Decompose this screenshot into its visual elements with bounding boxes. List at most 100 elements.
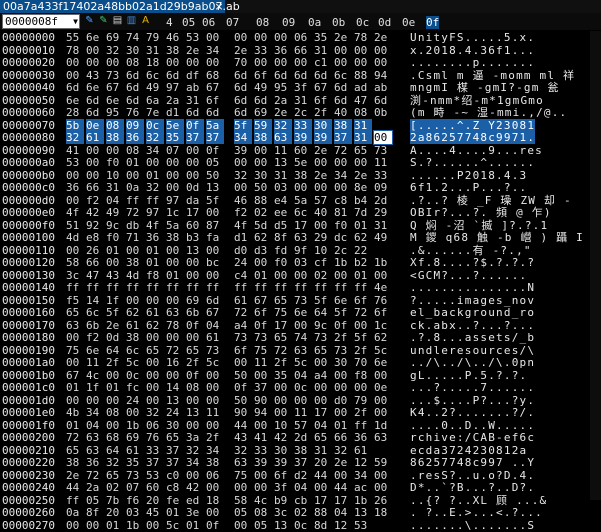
hex-byte[interactable]: 47 bbox=[354, 94, 372, 107]
hex-byte[interactable]: 65 bbox=[314, 344, 332, 357]
hex-byte[interactable]: 13 bbox=[274, 156, 292, 169]
hex-byte[interactable]: 00 bbox=[374, 406, 392, 419]
hex-byte[interactable]: 00 bbox=[206, 506, 224, 519]
hex-byte[interactable]: 08 bbox=[354, 106, 372, 119]
hex-byte[interactable]: c8 bbox=[334, 194, 352, 207]
hex-byte[interactable]: 00 bbox=[86, 144, 104, 157]
hex-byte[interactable]: 0e bbox=[374, 381, 392, 394]
hex-byte[interactable]: 00 bbox=[274, 381, 292, 394]
hex-byte[interactable]: 6d bbox=[374, 94, 392, 107]
hex-byte[interactable]: 61 bbox=[86, 131, 104, 144]
hex-byte[interactable]: 42 bbox=[86, 206, 104, 219]
hex-byte[interactable]: 00 bbox=[166, 56, 184, 69]
hex-byte[interactable]: ac bbox=[354, 481, 372, 494]
hex-byte[interactable]: 11 bbox=[374, 156, 392, 169]
hex-byte[interactable]: 46 bbox=[166, 31, 184, 44]
hex-byte[interactable]: 00 bbox=[186, 419, 204, 432]
hex-byte[interactable]: 6d bbox=[234, 81, 252, 94]
hex-byte[interactable]: 00 bbox=[66, 56, 84, 69]
hex-byte[interactable]: 34 bbox=[186, 456, 204, 469]
hex-byte[interactable]: 7d bbox=[354, 206, 372, 219]
font-icon[interactable]: A bbox=[140, 15, 151, 27]
hex-byte[interactable]: 00 bbox=[254, 481, 272, 494]
hex-byte[interactable]: 36 bbox=[126, 131, 144, 144]
hex-byte[interactable]: 00 bbox=[186, 156, 204, 169]
hex-byte[interactable]: 00 bbox=[234, 481, 252, 494]
ascii-text[interactable]: [.....^.Z_Y23081 bbox=[410, 118, 536, 132]
hex-byte[interactable]: 05 bbox=[254, 519, 272, 532]
hex-byte[interactable]: bc bbox=[206, 256, 224, 269]
hex-byte[interactable]: 24 bbox=[126, 394, 144, 407]
hex-byte[interactable]: 0b bbox=[374, 106, 392, 119]
hex-byte[interactable]: 44 bbox=[314, 469, 332, 482]
hex-byte[interactable]: f2 bbox=[234, 206, 252, 219]
hex-byte[interactable]: 08 bbox=[126, 56, 144, 69]
hex-byte[interactable]: 58 bbox=[66, 256, 84, 269]
hex-byte[interactable]: ff bbox=[106, 281, 124, 294]
hex-row[interactable]: 00000070 5b 0e 08 09 0c 5e 0f 5a 5f 59 32 33 30 38 31 [.… bbox=[0, 118, 601, 132]
hex-byte[interactable]: 00 bbox=[86, 519, 104, 532]
hex-byte[interactable]: 00 bbox=[334, 381, 352, 394]
hex-byte[interactable]: 00 bbox=[86, 169, 104, 182]
hex-byte[interactable]: 01 bbox=[334, 419, 352, 432]
hex-byte[interactable]: 6e bbox=[86, 31, 104, 44]
hex-byte[interactable]: 37 bbox=[334, 131, 352, 144]
hex-byte[interactable]: 72 bbox=[66, 431, 84, 444]
hex-byte[interactable]: 00 bbox=[186, 144, 204, 157]
hex-byte[interactable]: 63 bbox=[274, 131, 292, 144]
hex-byte[interactable]: d0 bbox=[234, 244, 252, 257]
hex-byte[interactable]: 5a bbox=[294, 194, 312, 207]
hex-row[interactable]: 000001b0 67 4c 00 0c 00 00 0f 00 50 00 35 04 a4 00 f8 00… bbox=[0, 369, 601, 382]
hex-byte[interactable]: 9c bbox=[314, 319, 332, 332]
hex-byte[interactable]: 00 bbox=[274, 56, 292, 69]
hex-byte[interactable]: 00 bbox=[334, 156, 352, 169]
hex-byte[interactable]: 00 bbox=[146, 519, 164, 532]
hex-byte[interactable]: ff bbox=[274, 281, 292, 294]
hex-byte[interactable]: 88 bbox=[354, 69, 372, 82]
hex-byte[interactable]: 65 bbox=[186, 344, 204, 357]
hex-byte[interactable]: d1 bbox=[234, 231, 252, 244]
ascii-text[interactable]: gL.....P.5.?.?. bbox=[410, 369, 527, 382]
hex-byte[interactable]: 00 bbox=[354, 319, 372, 332]
hex-byte[interactable]: 00 bbox=[334, 406, 352, 419]
hex-byte[interactable]: 40 bbox=[334, 106, 352, 119]
hex-byte[interactable]: ff bbox=[66, 494, 84, 507]
hex-byte[interactable]: ff bbox=[206, 281, 224, 294]
hex-byte[interactable]: 63 bbox=[86, 444, 104, 457]
ascii-text[interactable]: el_background_ro bbox=[410, 306, 535, 319]
hex-byte[interactable]: 70 bbox=[234, 56, 252, 69]
hex-byte[interactable]: 2a bbox=[86, 481, 104, 494]
hex-byte[interactable]: 10 bbox=[314, 244, 332, 257]
hex-byte[interactable]: f0 bbox=[106, 156, 124, 169]
ascii-text[interactable]: undleresources/\ bbox=[410, 344, 535, 357]
hex-byte[interactable]: 01 bbox=[106, 244, 124, 257]
hex-byte[interactable]: 97 bbox=[146, 206, 164, 219]
hex-byte[interactable]: fc bbox=[126, 381, 144, 394]
hex-byte[interactable]: 00 bbox=[294, 56, 312, 69]
hex-byte[interactable]: 00 bbox=[206, 206, 224, 219]
ascii-text[interactable]: rchive:/CAB-ef6c bbox=[410, 431, 535, 444]
hex-byte[interactable]: 2f bbox=[206, 431, 224, 444]
hex-byte[interactable]: 1b bbox=[374, 256, 392, 269]
hex-byte[interactable]: 69 bbox=[254, 106, 272, 119]
hex-byte[interactable]: 05 bbox=[86, 494, 104, 507]
hex-byte[interactable]: 02 bbox=[254, 206, 272, 219]
hex-byte[interactable]: 6f bbox=[374, 306, 392, 319]
hex-byte[interactable]: 66 bbox=[86, 181, 104, 194]
hex-byte[interactable]: 30 bbox=[166, 419, 184, 432]
hex-byte[interactable]: f2 bbox=[86, 194, 104, 207]
hex-byte[interactable]: 62 bbox=[354, 231, 372, 244]
hex-byte[interactable]: 17 bbox=[334, 494, 352, 507]
hex-byte[interactable]: 36 bbox=[354, 431, 372, 444]
hex-row[interactable]: 000001a0 00 11 2f 5c 00 16 2f 5c 00 11 2f 5c 00 30 70 6e… bbox=[0, 356, 601, 369]
hex-byte[interactable]: e4 bbox=[274, 194, 292, 207]
hex-byte[interactable]: 5f bbox=[234, 118, 252, 132]
hex-byte[interactable]: e8 bbox=[86, 231, 104, 244]
ascii-text[interactable]: Q 焖 -沼 `揻 ]?.?.1 bbox=[410, 219, 548, 232]
ascii-text[interactable]: .resS?..u.o?D.4. bbox=[410, 469, 535, 482]
hex-byte[interactable]: 28 bbox=[66, 106, 84, 119]
hex-byte[interactable]: 00 bbox=[166, 369, 184, 382]
hex-byte[interactable]: 65 bbox=[146, 344, 164, 357]
hex-byte[interactable]: 61 bbox=[126, 319, 144, 332]
hex-byte[interactable]: 01 bbox=[354, 269, 372, 282]
